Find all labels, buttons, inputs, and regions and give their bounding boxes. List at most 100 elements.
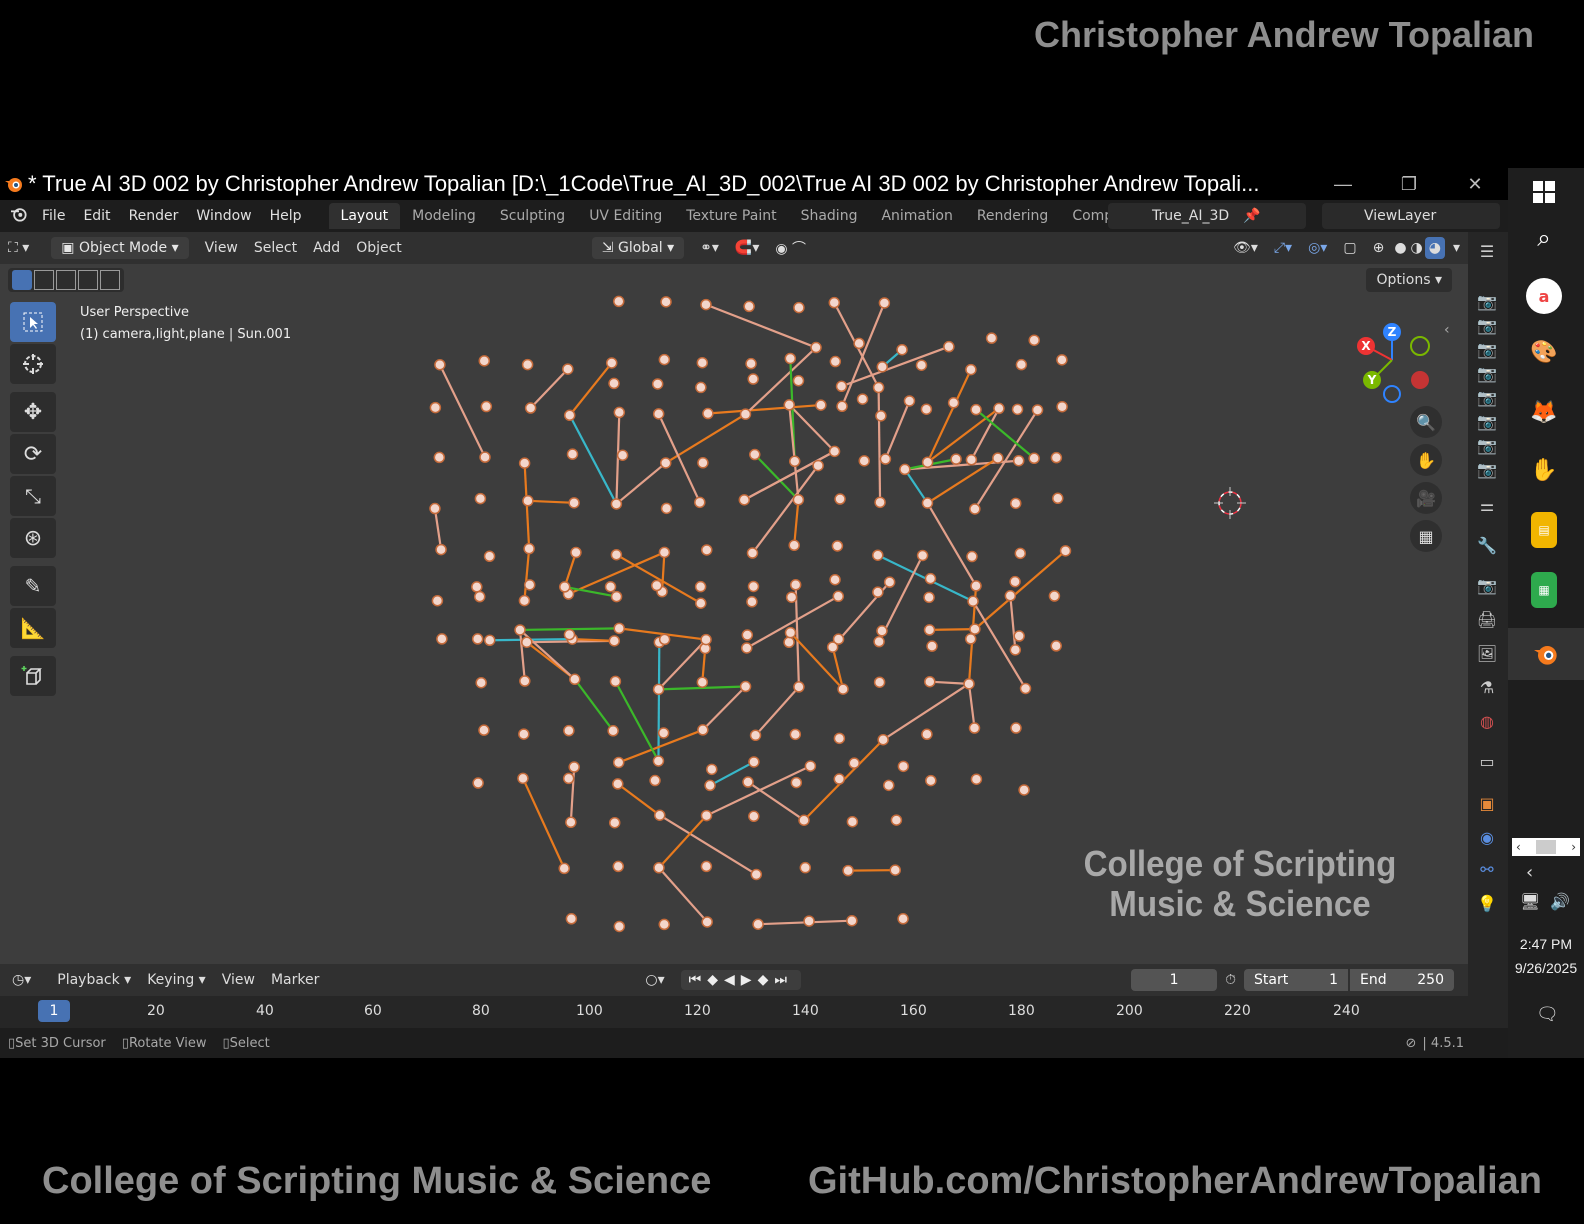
playback-menu[interactable]: Playback ▾ [49, 969, 139, 991]
notifications-icon[interactable]: 🗨 [1536, 1004, 1559, 1025]
camera-icon[interactable]: 📷 [1474, 314, 1500, 336]
editor-type-icon[interactable]: ⛶ ▾ [0, 237, 37, 259]
play-reverse-icon[interactable]: ◀ [724, 972, 741, 988]
perspective-toggle-icon[interactable]: ▦ [1410, 520, 1442, 552]
tray-scroll-left-icon[interactable]: ‹ [1516, 840, 1521, 854]
tab-texture-paint[interactable]: Texture Paint [674, 203, 788, 229]
stopwatch-icon[interactable]: ⏱ [1225, 972, 1236, 988]
jump-end-icon[interactable]: ⏭ [774, 972, 793, 988]
measure-tool[interactable]: 📐 [10, 608, 56, 648]
end-frame-field[interactable]: End 250 [1350, 969, 1454, 991]
prev-keyframe-icon[interactable]: ◆ [707, 972, 724, 988]
visibility-icon[interactable]: 👁▾ [1225, 237, 1266, 259]
properties-editor-icon[interactable]: ⚌ [1474, 494, 1500, 516]
camera-icon[interactable]: 📷 [1474, 362, 1500, 384]
network-icon[interactable]: 🖥 [1520, 892, 1540, 911]
current-frame-field[interactable]: 1 [1131, 969, 1218, 991]
shading-wireframe-icon[interactable]: ⊕ [1365, 237, 1393, 259]
marker-menu[interactable]: Marker [263, 969, 327, 991]
tab-uv-editing[interactable]: UV Editing [577, 203, 674, 229]
tab-modeling[interactable]: Modeling [400, 203, 488, 229]
physics-icon[interactable]: ◉ [1474, 826, 1500, 848]
clock-time[interactable]: 2:47 PM [1508, 936, 1584, 952]
render-properties-icon[interactable]: 📷 [1474, 574, 1500, 596]
timeline-view-menu[interactable]: View [214, 969, 263, 991]
snap-icon[interactable]: 🧲▾ [727, 237, 767, 259]
menu-add[interactable]: Add [305, 237, 348, 259]
gimp-icon[interactable]: 🦊 [1526, 394, 1562, 430]
menu-file[interactable]: File [33, 208, 74, 224]
tab-animation[interactable]: Animation [869, 203, 964, 229]
menu-help[interactable]: Help [261, 208, 311, 224]
hand-app-icon[interactable]: ✋ [1526, 452, 1562, 488]
world-properties-icon[interactable]: ◍ [1474, 710, 1500, 732]
navigation-gizmo[interactable]: Z X Y [1350, 314, 1440, 404]
paint-app-icon[interactable]: 🎨 [1526, 334, 1562, 370]
tray-scroll-right-icon[interactable]: › [1571, 840, 1576, 854]
collection-properties-icon[interactable]: ▭ [1474, 750, 1500, 772]
volume-icon[interactable]: 🔊 [1550, 892, 1570, 911]
menu-render[interactable]: Render [120, 208, 188, 224]
move-tool[interactable]: ✥ [10, 392, 56, 432]
camera-icon[interactable]: 📷 [1474, 338, 1500, 360]
select-intersect-icon[interactable] [100, 270, 120, 290]
gizmo-toggle-icon[interactable]: ⤢▾ [1266, 237, 1300, 259]
select-box-tool[interactable] [10, 302, 56, 342]
menu-select[interactable]: Select [246, 237, 305, 259]
annotate-tool[interactable]: ✎ [10, 566, 56, 606]
tab-shading[interactable]: Shading [789, 203, 870, 229]
scene-properties-icon[interactable]: ⚗ [1474, 676, 1500, 698]
jump-start-icon[interactable]: ⏮ [689, 972, 708, 988]
blender-menu-icon[interactable] [0, 206, 33, 226]
outliner-editor-icon[interactable]: ☰ [1474, 240, 1500, 262]
presentation-app-icon[interactable]: ▤ [1531, 512, 1557, 548]
3d-viewport[interactable]: User Perspective (1) camera,light,plane … [0, 264, 1468, 964]
search-icon[interactable]: ⌕ [1526, 220, 1562, 256]
pin-icon[interactable]: 📌 [1243, 208, 1260, 224]
keying-menu[interactable]: Keying ▾ [139, 969, 214, 991]
camera-view-icon[interactable]: 🎥 [1410, 482, 1442, 514]
camera-icon[interactable]: 📷 [1474, 434, 1500, 456]
timeline-editor-icon[interactable]: ◷▾ [4, 969, 39, 991]
camera-icon[interactable]: 📷 [1474, 386, 1500, 408]
camera-icon[interactable]: 📷 [1474, 458, 1500, 480]
menu-edit[interactable]: Edit [74, 208, 119, 224]
orientation-dropdown[interactable]: ⇲ Global ▾ [591, 237, 685, 259]
tab-sculpting[interactable]: Sculpting [488, 203, 577, 229]
timeline-ruler[interactable]: 1 20 40 60 80 100 120 140 160 180 200 22… [0, 996, 1468, 1028]
restore-button[interactable]: ❐ [1376, 174, 1442, 195]
menu-view[interactable]: View [197, 237, 246, 259]
blender-taskbar-icon[interactable] [1508, 628, 1584, 680]
rotate-tool[interactable]: ⟳ [10, 434, 56, 474]
mode-dropdown[interactable]: ▣ Object Mode ▾ [51, 237, 189, 259]
select-subtract-icon[interactable] [56, 270, 76, 290]
close-button[interactable]: ✕ [1442, 174, 1508, 195]
scene-selector[interactable]: True_AI_3D 📌 [1108, 203, 1306, 229]
start-frame-field[interactable]: Start 1 [1244, 969, 1348, 991]
tray-expand-icon[interactable]: ‹ [1526, 862, 1533, 883]
transform-tool[interactable]: ⊛ [10, 518, 56, 558]
app-launcher-icon[interactable]: a [1526, 278, 1562, 314]
data-properties-icon[interactable]: 💡 [1474, 892, 1500, 914]
object-properties-icon[interactable]: ▣ [1474, 792, 1500, 814]
tab-rendering[interactable]: Rendering [965, 203, 1061, 229]
output-properties-icon[interactable]: 🖨 [1474, 608, 1500, 630]
spreadsheet-app-icon[interactable]: ▦ [1531, 572, 1557, 608]
sidebar-toggle-icon[interactable]: ‹ [1444, 322, 1450, 338]
camera-icon[interactable]: 📷 [1474, 290, 1500, 312]
select-extend-icon[interactable] [34, 270, 54, 290]
pan-hand-icon[interactable]: ✋ [1410, 444, 1442, 476]
select-new-icon[interactable] [12, 270, 32, 290]
view-layer-selector[interactable]: ViewLayer [1322, 203, 1500, 229]
select-invert-icon[interactable] [78, 270, 98, 290]
shading-options-icon[interactable]: ▾ [1445, 237, 1468, 259]
tray-scrollbar[interactable]: ‹ › [1512, 838, 1580, 856]
auto-key-icon[interactable]: ○▾ [637, 969, 672, 991]
options-dropdown[interactable]: Options ▾ [1366, 268, 1452, 292]
zoom-icon[interactable]: 🔍 [1410, 406, 1442, 438]
shading-solid-icon[interactable]: ● [1392, 237, 1408, 259]
xray-icon[interactable]: ▢ [1335, 237, 1364, 259]
play-icon[interactable]: ▶ [741, 972, 758, 988]
scale-tool[interactable]: ⤡ [10, 476, 56, 516]
tab-layout[interactable]: Layout [328, 203, 401, 229]
